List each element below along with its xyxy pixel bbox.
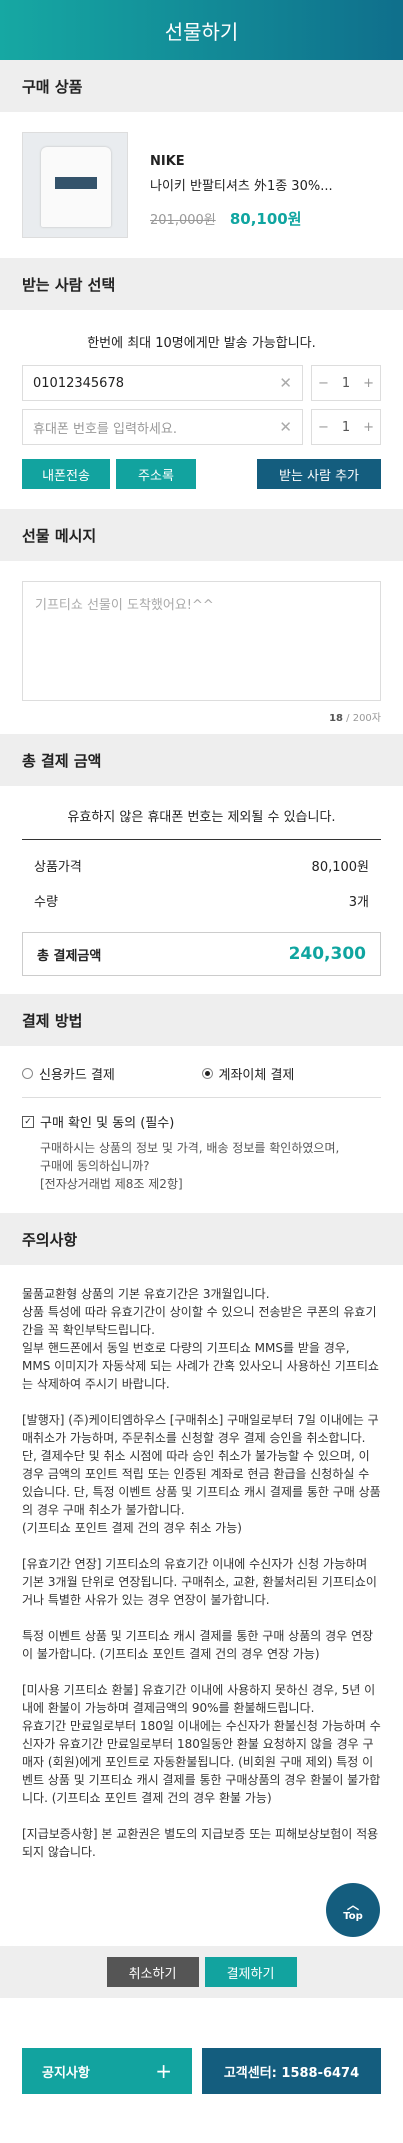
price-label: 상품가격: [34, 860, 82, 875]
quantity-line: 수량 3개: [22, 883, 381, 918]
plus-icon[interactable]: +: [363, 376, 374, 391]
address-book-button[interactable]: 주소록: [116, 459, 196, 489]
notice-label: 공지사항: [42, 2065, 90, 2081]
message-counter: 18 / 200자: [0, 701, 403, 734]
gift-message-textarea[interactable]: 기프티쇼 선물이 도착했어요!^^: [22, 581, 381, 701]
cautions-body: 물품교환형 상품의 기본 유효기간은 3개월입니다. 상품 특성에 따라 유효기…: [0, 1265, 403, 1899]
caution-paragraph: [발행자] (주)케이티엠하우스 [구매취소] 구매일로부터 7일 이내에는 구…: [22, 1413, 381, 1535]
sale-price: 80,100원: [229, 210, 302, 228]
product-section-title: 구매 상품: [0, 60, 403, 112]
card-payment-label: 신용카드 결제: [39, 1068, 115, 1083]
footer: 공지사항 + 고객센터: 1588-6474: [0, 2048, 403, 2094]
quantity-label: 수량: [34, 895, 58, 910]
customer-center-label: 고객센터: 1588-6474: [223, 2065, 360, 2081]
customer-center-button[interactable]: 고객센터: 1588-6474: [202, 2048, 381, 2094]
page-title: 선물하기: [164, 19, 239, 44]
chevron-up-icon: ︿: [346, 1897, 359, 1912]
add-recipient-button[interactable]: 받는 사람 추가: [257, 459, 381, 489]
total-section-title: 총 결제 금액: [0, 734, 403, 786]
purchase-agreement: ✓ 구매 확인 및 동의 (필수) 구매하시는 상품의 정보 및 가격, 배송 …: [0, 1098, 403, 1213]
header: 선물하기: [0, 0, 403, 60]
product-name: 나이키 반팔티셔츠 外1종 30%...: [150, 179, 333, 194]
cancel-button[interactable]: 취소하기: [106, 1957, 199, 1987]
quantity-value: 1: [341, 419, 351, 435]
total-label: 총 결제금액: [37, 948, 102, 964]
agree-title: 구매 확인 및 동의 (필수): [40, 1116, 175, 1131]
message-max: / 200자: [342, 713, 381, 724]
caution-paragraph: [지급보증사항] 본 교환권은 별도의 지급보증 또는 피해보상보험이 적용되지…: [22, 1827, 379, 1859]
product-image: [22, 132, 128, 238]
recipient-notice: 한번에 최대 10명에게만 발송 가능합니다.: [87, 336, 316, 351]
agree-desc-2: 구매에 동의하십니까?: [40, 1159, 150, 1173]
phone-input-placeholder: 휴대폰 번호를 입력하세요.: [33, 421, 177, 437]
pay-button[interactable]: 결제하기: [204, 1957, 297, 1987]
checkbox-icon[interactable]: ✓: [22, 1115, 34, 1128]
transfer-payment-option[interactable]: 계좌이체 결제: [201, 1064, 382, 1083]
recipient-row: 01012345678 ✕ − 1 +: [0, 365, 403, 401]
total-value: 240,300: [288, 944, 366, 964]
minus-icon[interactable]: −: [318, 420, 329, 435]
price-value: 80,100원: [311, 860, 369, 875]
agree-desc-1: 구매하시는 상품의 정보 및 가격, 배송 정보를 확인하였으며,: [40, 1141, 340, 1155]
agree-desc-3: [전자상거래법 제8조 제2항]: [40, 1177, 183, 1191]
clear-icon[interactable]: ✕: [279, 418, 292, 436]
clear-icon[interactable]: ✕: [279, 374, 292, 392]
caution-paragraph: [미사용 기프티쇼 환불] 유효기간 이내에 사용하지 못하신 경우, 5년 이…: [22, 1683, 381, 1805]
payment-notice: 유효하지 않은 휴대폰 번호는 제외될 수 있습니다.: [22, 786, 381, 840]
caution-paragraph: 물품교환형 상품의 기본 유효기간은 3개월입니다. 상품 특성에 따라 유효기…: [22, 1287, 379, 1391]
shirt-print: [55, 177, 97, 189]
product-card: NIKE 나이키 반팔티셔츠 外1종 30%... 201,000원 80,10…: [0, 112, 403, 258]
radio-selected-icon[interactable]: [201, 1068, 213, 1079]
recipient-section-title: 받는 사람 선택: [0, 258, 403, 310]
message-placeholder: 기프티쇼 선물이 도착했어요!^^: [35, 598, 214, 613]
scroll-top-button[interactable]: ︿ Top: [326, 1883, 380, 1937]
message-count: 18: [329, 713, 343, 724]
original-price: 201,000원: [150, 213, 216, 228]
caution-paragraph: 특정 이벤트 상품 및 기프티쇼 캐시 결제를 통한 구매 상품의 경우 연장이…: [22, 1629, 374, 1661]
payment-methods: 신용카드 결제 계좌이체 결제: [22, 1046, 381, 1098]
minus-icon[interactable]: −: [318, 376, 329, 391]
quantity-stepper[interactable]: − 1 +: [311, 365, 381, 401]
notice-button[interactable]: 공지사항 +: [22, 2048, 192, 2094]
total-amount-box: 총 결제금액 240,300: [22, 932, 381, 976]
cautions-title: 주의사항: [0, 1213, 403, 1265]
plus-icon[interactable]: +: [363, 420, 374, 435]
send-to-my-phone-button[interactable]: 내폰전송: [22, 459, 110, 489]
recipient-row: 휴대폰 번호를 입력하세요. ✕ − 1 +: [0, 409, 403, 445]
message-section-title: 선물 메시지: [0, 509, 403, 561]
phone-input-value: 01012345678: [33, 375, 124, 391]
quantity-stepper[interactable]: − 1 +: [311, 409, 381, 445]
phone-input[interactable]: 휴대폰 번호를 입력하세요. ✕: [22, 409, 303, 445]
quantity-value: 1: [341, 375, 351, 391]
price-line: 상품가격 80,100원: [22, 848, 381, 883]
quantity-total: 3개: [348, 895, 369, 910]
transfer-payment-label: 계좌이체 결제: [218, 1068, 295, 1083]
card-payment-option[interactable]: 신용카드 결제: [22, 1064, 202, 1083]
caution-paragraph: [유효기간 연장] 기프티쇼의 유효기간 이내에 수신자가 신청 가능하며 기본…: [22, 1557, 377, 1607]
payment-method-title: 결제 방법: [0, 994, 403, 1046]
product-brand: NIKE: [150, 154, 185, 169]
action-bar: 취소하기 결제하기: [0, 1946, 403, 1998]
radio-icon[interactable]: [22, 1068, 33, 1079]
plus-icon: +: [155, 2059, 172, 2083]
top-label: Top: [343, 1910, 363, 1922]
phone-input[interactable]: 01012345678 ✕: [22, 365, 303, 401]
